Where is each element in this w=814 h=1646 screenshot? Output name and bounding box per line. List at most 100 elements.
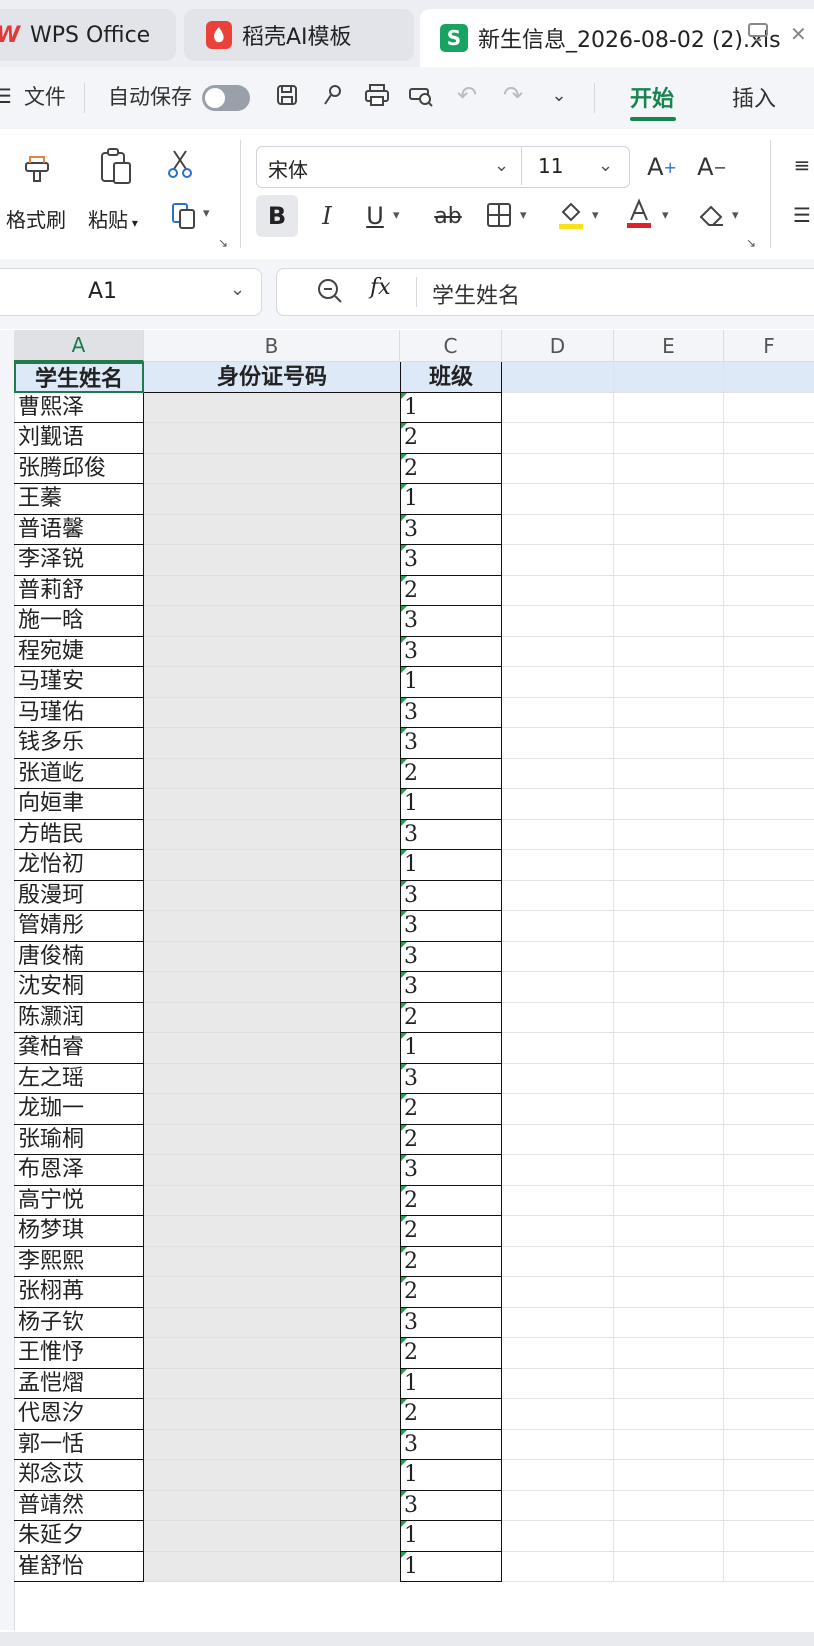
empty-cell[interactable] bbox=[502, 1277, 614, 1308]
empty-cell[interactable] bbox=[502, 484, 614, 515]
student-name-cell[interactable]: 张腾邱俊 bbox=[14, 453, 144, 484]
font-selector[interactable] bbox=[256, 146, 630, 188]
empty-cell[interactable] bbox=[614, 545, 724, 576]
empty-cell[interactable] bbox=[724, 484, 814, 515]
id-number-cell-blurred[interactable] bbox=[144, 453, 400, 484]
student-name-cell[interactable]: 高宁悦 bbox=[14, 1185, 144, 1216]
class-cell[interactable]: 3 bbox=[400, 1490, 502, 1521]
empty-cell[interactable] bbox=[724, 667, 814, 698]
class-cell[interactable]: 1 bbox=[400, 1460, 502, 1491]
empty-cell[interactable] bbox=[614, 789, 724, 820]
empty-cell[interactable] bbox=[502, 1551, 614, 1582]
empty-cell[interactable] bbox=[614, 1002, 724, 1033]
class-cell[interactable]: 2 bbox=[400, 1338, 502, 1369]
class-cell[interactable]: 3 bbox=[400, 728, 502, 759]
empty-cell[interactable] bbox=[724, 1369, 814, 1399]
class-cell[interactable]: 3 bbox=[400, 514, 502, 545]
id-number-cell-blurred[interactable] bbox=[144, 697, 400, 728]
column-header-c[interactable]: C bbox=[400, 330, 502, 362]
increase-font-icon[interactable]: A + bbox=[644, 150, 680, 184]
student-name-cell[interactable]: 程宛婕 bbox=[14, 636, 144, 667]
class-cell[interactable]: 1 bbox=[400, 667, 502, 698]
dialog-launcher-icon[interactable]: ↘ bbox=[746, 236, 756, 250]
id-number-cell-blurred[interactable] bbox=[144, 667, 400, 698]
format-painter-label[interactable]: 格式刷 bbox=[6, 204, 66, 233]
empty-cell[interactable] bbox=[502, 1094, 614, 1125]
empty-cell[interactable] bbox=[502, 819, 614, 850]
empty-cell[interactable] bbox=[614, 1460, 724, 1491]
class-cell[interactable]: 3 bbox=[400, 636, 502, 667]
id-number-cell-blurred[interactable] bbox=[144, 514, 400, 545]
student-name-cell[interactable]: 曹熙泽 bbox=[14, 392, 144, 423]
student-name-cell[interactable]: 李泽锐 bbox=[14, 545, 144, 576]
column-header-a[interactable]: A bbox=[14, 330, 144, 362]
format-painter-icon[interactable] bbox=[20, 148, 54, 184]
chevron-down-icon[interactable]: ▾ bbox=[732, 208, 739, 223]
student-name-cell[interactable]: 龙怡初 bbox=[14, 850, 144, 881]
empty-cell[interactable] bbox=[724, 1064, 814, 1094]
student-name-cell[interactable]: 管婧彤 bbox=[14, 911, 144, 942]
empty-cell[interactable] bbox=[502, 941, 614, 972]
empty-cell[interactable] bbox=[502, 667, 614, 698]
class-cell[interactable]: 1 bbox=[400, 850, 502, 881]
empty-cell[interactable] bbox=[614, 1551, 724, 1582]
student-name-cell[interactable]: 向姮聿 bbox=[14, 789, 144, 820]
empty-cell[interactable] bbox=[614, 1521, 724, 1552]
empty-cell[interactable] bbox=[614, 880, 724, 911]
empty-cell[interactable] bbox=[724, 1521, 814, 1552]
more-chevron-down-icon[interactable]: ⌄ bbox=[544, 80, 574, 110]
paste-label[interactable]: 粘贴 ▾ bbox=[88, 204, 138, 233]
empty-cell[interactable] bbox=[614, 423, 724, 454]
empty-cell[interactable] bbox=[502, 636, 614, 667]
id-number-cell-blurred[interactable] bbox=[144, 911, 400, 942]
empty-cell[interactable] bbox=[724, 423, 814, 454]
redo-icon[interactable]: ↷ bbox=[498, 80, 528, 110]
id-number-cell-blurred[interactable] bbox=[144, 1460, 400, 1491]
tab-docer-ai-template[interactable]: 稻壳AI模板 bbox=[184, 9, 414, 61]
chevron-down-icon[interactable]: ▾ bbox=[393, 208, 400, 223]
class-cell[interactable]: 1 bbox=[400, 1521, 502, 1552]
class-cell[interactable]: 2 bbox=[400, 1124, 502, 1155]
class-cell[interactable]: 2 bbox=[400, 1094, 502, 1125]
cell-b1[interactable]: 身份证号码 bbox=[144, 362, 400, 393]
empty-cell[interactable] bbox=[724, 637, 814, 667]
empty-cell[interactable] bbox=[502, 1338, 614, 1369]
empty-cell[interactable] bbox=[614, 606, 724, 637]
class-cell[interactable]: 3 bbox=[400, 1155, 502, 1186]
zoom-out-icon[interactable] bbox=[316, 277, 344, 309]
empty-cell[interactable] bbox=[502, 575, 614, 606]
class-cell[interactable]: 3 bbox=[400, 1307, 502, 1338]
empty-cell[interactable] bbox=[724, 789, 814, 820]
empty-cell[interactable] bbox=[502, 1124, 614, 1155]
student-name-cell[interactable]: 普靖然 bbox=[14, 1490, 144, 1521]
empty-cell[interactable] bbox=[614, 758, 724, 789]
student-name-cell[interactable]: 代恩汐 bbox=[14, 1399, 144, 1430]
empty-cell[interactable] bbox=[614, 1094, 724, 1125]
empty-cell[interactable] bbox=[502, 972, 614, 1003]
id-number-cell-blurred[interactable] bbox=[144, 758, 400, 789]
empty-cell[interactable] bbox=[502, 758, 614, 789]
ribbon-tab-start[interactable]: 开始 bbox=[630, 81, 674, 113]
class-cell[interactable]: 2 bbox=[400, 1399, 502, 1430]
class-cell[interactable]: 1 bbox=[400, 392, 502, 423]
borders-icon[interactable] bbox=[484, 199, 514, 231]
column-header-e[interactable]: E bbox=[614, 330, 724, 362]
student-name-cell[interactable]: 王惟忬 bbox=[14, 1338, 144, 1369]
id-number-cell-blurred[interactable] bbox=[144, 1368, 400, 1399]
empty-cell[interactable] bbox=[724, 1399, 814, 1430]
empty-cell[interactable] bbox=[724, 454, 814, 484]
student-name-cell[interactable]: 施一晗 bbox=[14, 606, 144, 637]
empty-cell[interactable] bbox=[724, 881, 814, 911]
print-preview-icon[interactable] bbox=[406, 80, 436, 110]
class-cell[interactable]: 2 bbox=[400, 758, 502, 789]
class-cell[interactable]: 3 bbox=[400, 911, 502, 942]
empty-cell[interactable] bbox=[614, 453, 724, 484]
font-size-value[interactable]: 11 bbox=[538, 154, 563, 178]
id-number-cell-blurred[interactable] bbox=[144, 606, 400, 637]
empty-cell[interactable] bbox=[614, 1033, 724, 1064]
chevron-down-icon[interactable]: ⌄ bbox=[598, 155, 613, 176]
empty-cell[interactable] bbox=[502, 1155, 614, 1186]
cut-icon[interactable] bbox=[164, 148, 196, 180]
id-number-cell-blurred[interactable] bbox=[144, 1216, 400, 1247]
empty-cell[interactable] bbox=[502, 514, 614, 545]
